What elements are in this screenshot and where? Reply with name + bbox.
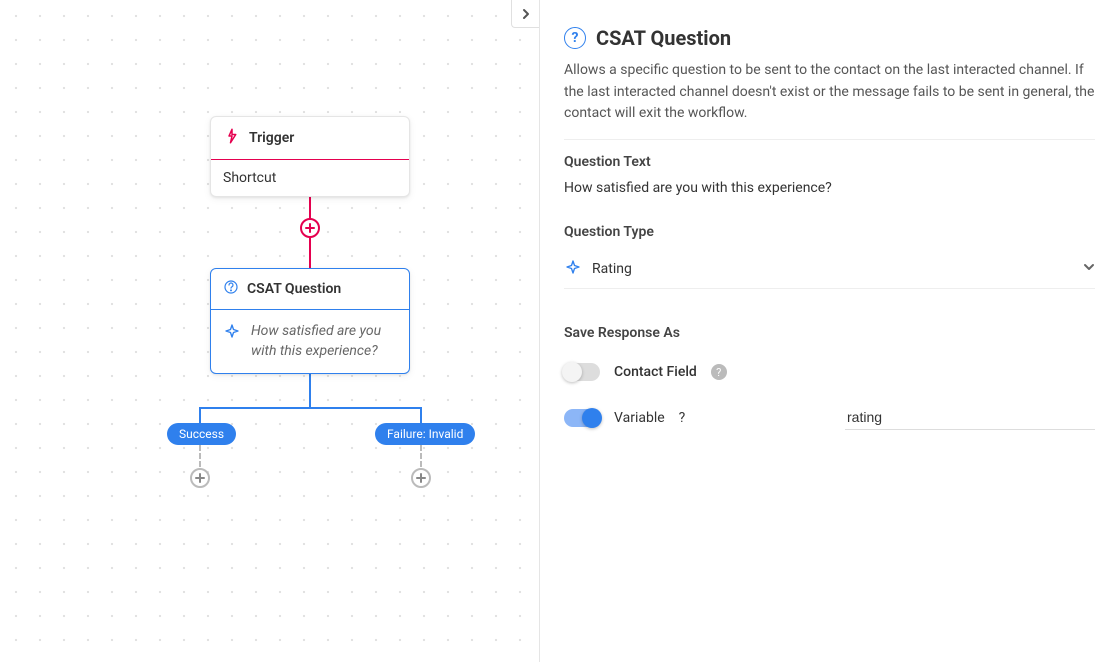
help-icon[interactable]: ? [711,364,727,380]
trigger-body: Shortcut [211,160,409,196]
connector [199,407,421,409]
csat-node-question: How satisfied are you with this experien… [251,322,391,361]
contact-field-label: Contact Field [614,364,697,380]
question-icon: ? [564,27,586,49]
contact-field-toggle[interactable] [564,363,600,381]
variable-label: Variable [614,410,665,426]
sparkle-icon [564,258,582,280]
sparkle-icon [223,322,241,344]
panel-collapse-button[interactable] [511,0,539,28]
panel-title: ? CSAT Question [564,26,1095,50]
question-text-value[interactable]: How satisfied are you with this experien… [564,180,1095,196]
variable-toggle[interactable] [564,409,600,427]
properties-panel: ? CSAT Question Allows a specific questi… [540,0,1119,662]
add-step-button-failure[interactable] [411,468,431,488]
panel-description: Allows a specific question to be sent to… [564,60,1095,125]
branch-failure[interactable]: Failure: Invalid [375,423,475,445]
csat-node[interactable]: CSAT Question How satisfied are you with… [210,268,410,374]
connector-dashed [420,445,422,467]
workflow-canvas[interactable]: Trigger Shortcut CSAT Question How satis… [0,0,540,662]
bolt-icon [223,127,241,149]
add-step-button[interactable] [300,218,320,238]
question-icon [223,279,239,299]
question-text-label: Question Text [564,154,1095,170]
connector [309,238,311,268]
help-icon[interactable]: ? [679,410,686,426]
question-type-select[interactable]: Rating [564,250,1095,289]
trigger-node[interactable]: Trigger Shortcut [210,116,410,197]
trigger-title: Trigger [249,130,294,146]
csat-node-title: CSAT Question [247,281,341,297]
connector-dashed [199,445,201,467]
question-type-value: Rating [592,261,1073,277]
add-step-button-success[interactable] [190,468,210,488]
panel-title-text: CSAT Question [596,26,731,50]
save-response-label: Save Response As [564,325,1095,341]
question-type-label: Question Type [564,224,1095,240]
divider [564,139,1095,140]
branch-success-label: Success [179,427,224,441]
branch-success[interactable]: Success [167,423,236,445]
branch-failure-label: Failure: Invalid [387,427,463,441]
variable-name-input[interactable] [845,405,1095,430]
chevron-down-icon [1083,261,1095,277]
